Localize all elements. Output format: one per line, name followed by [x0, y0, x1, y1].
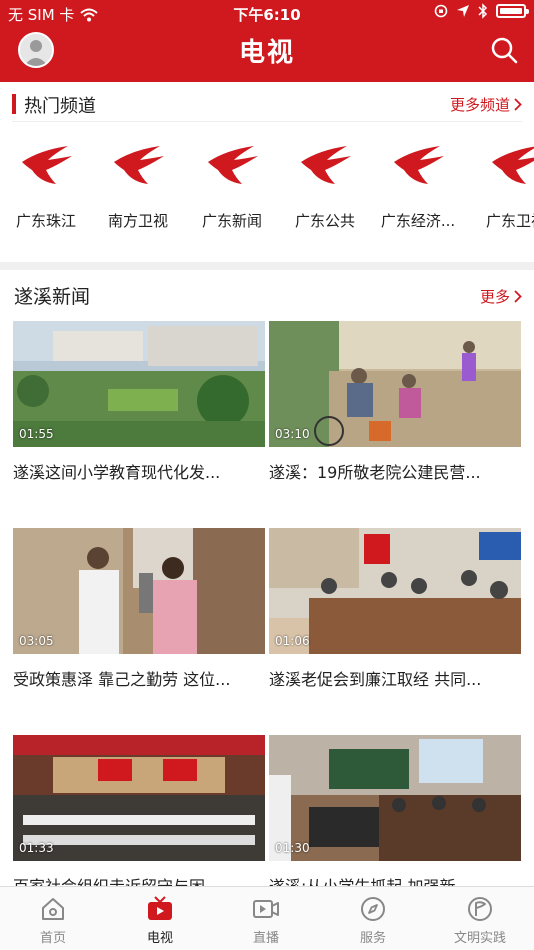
channel-logo-icon [394, 146, 444, 184]
news-card[interactable]: 03:10 遂溪：19所敬老院公建民营... [269, 321, 521, 483]
search-icon[interactable] [490, 36, 518, 64]
channel-logo-icon [301, 146, 351, 184]
channel-logo-icon [114, 146, 164, 184]
more-news-link[interactable]: 更多 [480, 286, 522, 307]
battery-icon [496, 4, 529, 18]
channel-name: 广东卫视 [485, 212, 534, 230]
tab-label: 文明实践 [453, 931, 506, 946]
chevron-right-icon [514, 98, 522, 111]
more-news-label: 更多 [479, 288, 510, 306]
news-card[interactable]: 01:30 遂溪:从小学生抓起 加强新 [269, 735, 521, 897]
bottom-tab-bar: 首页 电视 直播 服务 文明实践 [0, 886, 534, 950]
flag-badge-icon [468, 897, 492, 921]
tab-live[interactable]: 直播 [213, 895, 319, 946]
news-card[interactable]: 01:06 遂溪老促会到廉江取经 共同... [269, 528, 521, 690]
news-caption: 遂溪：19所敬老院公建民营... [269, 463, 481, 482]
news-caption: 受政策惠泽 靠己之勤劳 这位... [13, 670, 231, 689]
channel-logo-icon [22, 146, 72, 184]
news-title: 遂溪新闻 [14, 286, 91, 308]
section-accent-bar [12, 94, 16, 114]
page-title: 电视 [238, 38, 295, 68]
video-duration: 03:10 [275, 427, 310, 441]
video-duration: 01:30 [275, 841, 310, 855]
channel-name: 南方卫视 [107, 212, 168, 230]
home-icon [42, 898, 64, 920]
channel-item[interactable]: 广东公共 [279, 140, 371, 231]
channel-name: 广东珠江 [15, 212, 76, 230]
video-duration: 03:05 [19, 634, 54, 648]
tab-label: 首页 [39, 931, 66, 946]
tv-icon [148, 896, 172, 920]
news-caption: 遂溪老促会到廉江取经 共同... [269, 670, 482, 689]
more-channels-link[interactable]: 更多频道 [450, 94, 522, 115]
hot-channels-header: 热门频道 更多频道 [0, 84, 534, 124]
status-bar: 无 SIM 卡 下午6:10 [0, 0, 534, 26]
orientation-lock-icon [434, 4, 448, 18]
video-thumbnail[interactable]: 03:05 [13, 528, 265, 654]
tab-label: 服务 [359, 931, 386, 946]
news-caption: 遂溪这间小学教育现代化发... [13, 463, 221, 482]
tab-tv[interactable]: 电视 [107, 895, 213, 946]
hot-channels-title: 热门频道 [24, 96, 96, 117]
live-video-icon [253, 900, 279, 918]
video-duration: 01:33 [19, 841, 54, 855]
location-icon [457, 5, 469, 17]
news-card[interactable]: 01:33 百家社会组织走近留守与困 [13, 735, 265, 897]
channel-name: 广东公共 [294, 212, 355, 230]
video-duration: 01:55 [19, 427, 54, 441]
compass-icon [361, 897, 385, 921]
channel-logo-icon [492, 146, 534, 184]
video-thumbnail[interactable]: 03:10 [269, 321, 521, 447]
channel-item[interactable]: 广东新闻 [186, 140, 278, 231]
channel-name: 广东新闻 [201, 212, 262, 230]
video-duration: 01:06 [275, 634, 310, 648]
channel-item[interactable]: 广东卫视 [470, 140, 534, 231]
video-thumbnail[interactable]: 01:55 [13, 321, 265, 447]
app-header: 无 SIM 卡 下午6:10 电视 [0, 0, 534, 82]
news-card[interactable]: 01:55 遂溪这间小学教育现代化发... [13, 321, 265, 483]
channel-item[interactable]: 南方卫视 [92, 140, 184, 231]
divider [12, 121, 522, 122]
channel-item[interactable]: 广东经济... [372, 140, 464, 231]
channel-list: 广东珠江 南方卫视 广东新闻 广东公共 广东经济... 广东卫视 [0, 140, 534, 240]
tab-civilization-practice[interactable]: 文明实践 [427, 895, 533, 946]
channel-name: 广东经济... [380, 212, 456, 230]
more-channels-label: 更多频道 [449, 96, 510, 114]
tab-label: 直播 [252, 931, 279, 946]
video-thumbnail[interactable]: 01:33 [13, 735, 265, 861]
channel-logo-icon [208, 146, 258, 184]
video-thumbnail[interactable]: 01:06 [269, 528, 521, 654]
tab-home[interactable]: 首页 [0, 895, 106, 946]
news-card[interactable]: 03:05 受政策惠泽 靠己之勤劳 这位... [13, 528, 265, 690]
tab-label: 电视 [146, 931, 173, 946]
channel-item[interactable]: 广东珠江 [0, 140, 92, 231]
bluetooth-icon [478, 3, 488, 19]
section-separator [0, 262, 534, 270]
chevron-right-icon [514, 290, 522, 303]
tab-services[interactable]: 服务 [320, 895, 426, 946]
video-thumbnail[interactable]: 01:30 [269, 735, 521, 861]
